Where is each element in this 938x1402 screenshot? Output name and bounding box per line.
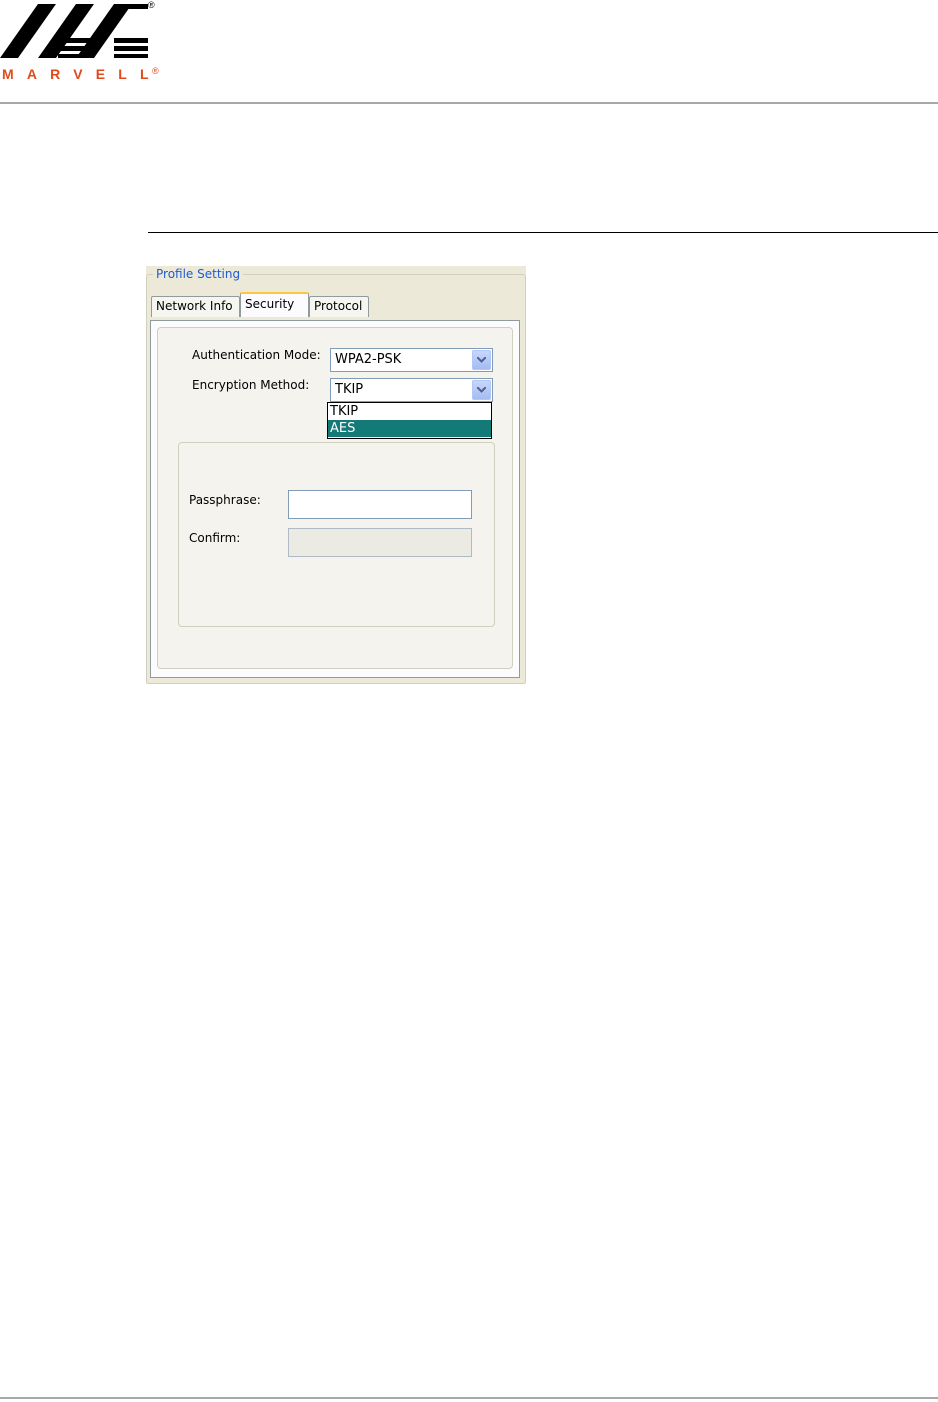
encryption-method-dropdown-button[interactable]	[472, 380, 491, 400]
encryption-method-label: Encryption Method:	[192, 378, 310, 392]
security-settings-panel: Authentication Mode: WPA2-PSK Encryption…	[157, 327, 513, 669]
authentication-mode-label: Authentication Mode:	[192, 348, 321, 362]
footer-divider	[0, 1397, 938, 1399]
logo-wordmark: MARVELL	[2, 66, 162, 82]
section-divider	[148, 232, 938, 233]
passphrase-input[interactable]	[288, 490, 472, 519]
tab-security[interactable]: Security	[240, 292, 309, 317]
encryption-option-tkip[interactable]: TKIP	[328, 403, 491, 420]
marvell-logo: ® MARVELL ®	[0, 0, 170, 90]
authentication-mode-select[interactable]: WPA2-PSK	[330, 348, 493, 372]
chevron-down-icon	[477, 357, 486, 363]
marvell-logo-mark	[0, 4, 148, 58]
profile-setting-dialog: Profile Setting Network Info Security Pr…	[146, 266, 526, 684]
tab-network-info[interactable]: Network Info	[151, 296, 240, 317]
tab-protocol[interactable]: Protocol	[309, 296, 369, 317]
encryption-method-value: TKIP	[335, 382, 364, 397]
encryption-method-dropdown-list: TKIP AES	[327, 402, 492, 439]
encryption-option-aes[interactable]: AES	[328, 420, 491, 437]
passphrase-label: Passphrase:	[189, 493, 261, 507]
authentication-mode-dropdown-button[interactable]	[472, 350, 491, 370]
header-divider	[0, 102, 938, 104]
wordmark-registered-mark: ®	[152, 66, 159, 76]
group-title: Profile Setting	[153, 266, 244, 282]
confirm-label: Confirm:	[189, 531, 241, 545]
authentication-mode-value: WPA2-PSK	[335, 352, 402, 367]
confirm-input[interactable]	[288, 528, 472, 557]
registered-mark: ®	[148, 0, 155, 10]
security-tab-panel: Authentication Mode: WPA2-PSK Encryption…	[150, 320, 520, 678]
passphrase-panel: Passphrase: Confirm:	[178, 442, 495, 627]
encryption-method-select[interactable]: TKIP	[330, 378, 493, 402]
chevron-down-icon	[477, 387, 486, 393]
